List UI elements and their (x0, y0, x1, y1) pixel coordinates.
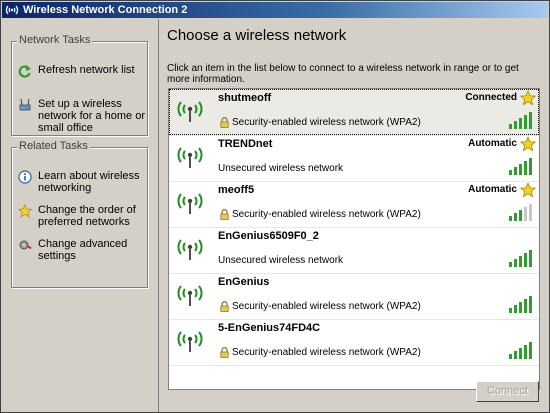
signal-strength-icon (509, 158, 532, 175)
network-ssid: 5-EnGenius74FD4C (218, 322, 321, 334)
network-ssid: meoff5 (218, 184, 255, 196)
wireless-antenna-icon (177, 285, 203, 306)
signal-strength-icon (509, 112, 532, 129)
wireless-antenna-icon (177, 193, 203, 214)
network-list[interactable]: shutmeoff Connected Security-enabled wirel… (168, 88, 540, 390)
change-preferred-order-label: Change the order of preferred networks (38, 204, 136, 228)
network-status: Automatic (468, 138, 517, 149)
related-tasks-panel: Related Tasks Learn about wireless netwo… (11, 140, 148, 288)
learn-wireless-networking-task[interactable]: Learn about wireless networking (18, 170, 146, 196)
preferred-star-icon (520, 90, 536, 106)
network-item-shutmeoff[interactable]: shutmeoff Connected Security-enabled wirel… (169, 89, 539, 135)
instructions-text: Click an item in the list below to conne… (167, 63, 519, 85)
network-security-text: Security-enabled wireless network (WPA2) (232, 347, 421, 358)
change-preferred-order-task[interactable]: Change the order of preferred networks (18, 204, 146, 230)
signal-strength-icon (509, 342, 532, 359)
network-security-text: Unsecured wireless network (218, 255, 344, 266)
network-security-text: Security-enabled wireless network (WPA2) (232, 117, 421, 128)
network-status: Connected (465, 92, 517, 103)
refresh-network-list-task[interactable]: Refresh network list (18, 64, 146, 78)
network-tasks-panel: Network Tasks Refresh network list Set u… (11, 34, 148, 136)
page-title: Choose a wireless network (167, 27, 347, 44)
network-separator (169, 365, 539, 366)
network-status: Automatic (468, 184, 517, 195)
network-item-5-engenius74fd4c[interactable]: 5-EnGenius74FD4C Security-enabled wireles… (169, 319, 539, 365)
wireless-antenna-icon (177, 147, 203, 168)
network-ssid: shutmeoff (218, 92, 272, 104)
settings-icon (19, 240, 32, 250)
network-ssid: TRENDnet (218, 138, 273, 150)
wireless-network-icon (5, 5, 19, 15)
lock-icon (220, 301, 229, 312)
setup-wireless-network-label: Set up a wireless network for a home or … (38, 98, 145, 134)
preferred-star-icon (520, 182, 536, 198)
signal-strength-icon (509, 250, 532, 267)
related-tasks-title: Related Tasks (17, 140, 90, 152)
star-icon (18, 204, 32, 218)
network-item-engenius[interactable]: EnGenius Security-enabled wireless networ… (169, 273, 539, 319)
refresh-icon (18, 65, 31, 78)
preferred-star-icon (520, 136, 536, 152)
lock-icon (220, 117, 229, 128)
signal-strength-icon (509, 296, 532, 313)
learn-wireless-networking-label: Learn about wireless networking (38, 170, 140, 194)
signal-strength-icon (509, 204, 532, 221)
refresh-network-list-label: Refresh network list (38, 64, 135, 76)
change-advanced-settings-task[interactable]: Change advanced settings (18, 238, 146, 264)
connect-button[interactable]: Connect (476, 381, 539, 402)
window-title: Wireless Network Connection 2 (23, 4, 188, 16)
title-bar[interactable]: Wireless Network Connection 2 (2, 2, 548, 18)
network-ssid: EnGenius (218, 276, 270, 288)
network-tasks-title: Network Tasks (17, 34, 93, 46)
wireless-antenna-icon (177, 101, 203, 122)
lock-icon (220, 209, 229, 220)
setup-wireless-icon (19, 98, 31, 111)
main-pane: Choose a wireless network Click an item … (159, 19, 549, 412)
network-security-text: Security-enabled wireless network (WPA2) (232, 301, 421, 312)
info-icon (18, 170, 32, 184)
network-security-text: Security-enabled wireless network (WPA2) (232, 209, 421, 220)
wireless-antenna-icon (177, 239, 203, 260)
task-pane: Network Tasks Refresh network list Set u… (2, 19, 159, 412)
network-item-engenius6509f0-2[interactable]: EnGenius6509F0_2 Unsecured wireless netwo… (169, 227, 539, 273)
setup-wireless-network-task[interactable]: Set up a wireless network for a home or … (18, 98, 146, 134)
network-security-text: Unsecured wireless network (218, 163, 344, 174)
window: Wireless Network Connection 2 Network Ta… (0, 0, 550, 413)
wireless-antenna-icon (177, 331, 203, 352)
network-item-trendnet[interactable]: TRENDnet Automatic Unsecured wireless netw… (169, 135, 539, 181)
network-ssid: EnGenius6509F0_2 (218, 230, 319, 242)
change-advanced-settings-label: Change advanced settings (38, 238, 128, 262)
lock-icon (220, 347, 229, 358)
network-item-meoff5[interactable]: meoff5 Automatic Security-enabled wireless… (169, 181, 539, 227)
